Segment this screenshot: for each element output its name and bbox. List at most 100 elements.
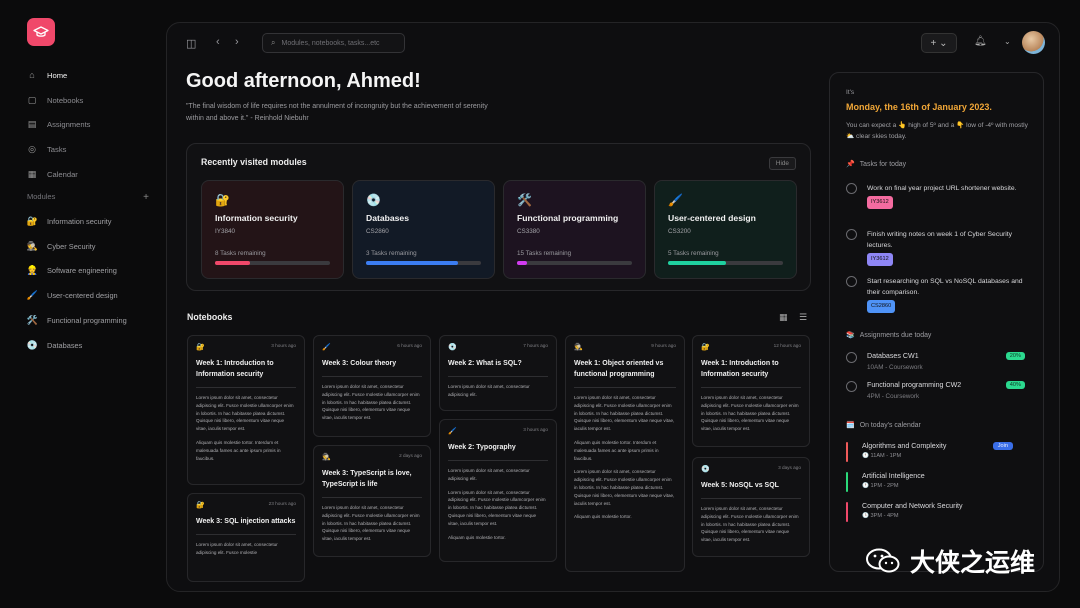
- assignment-checkbox[interactable]: [846, 381, 857, 392]
- lock-icon: 🔐: [26, 215, 39, 226]
- lock-icon: 🔐: [196, 502, 205, 509]
- note-body: Lorem ipsum dolor sit amet, consectetur …: [574, 469, 675, 506]
- sidebar-item-label: Assignments: [47, 120, 91, 130]
- event-time: 🕐 1PM - 2PM: [862, 483, 899, 489]
- assignments-heading-label: Assignments due today: [859, 332, 932, 339]
- assignment-title: Functional programming CW2: [867, 381, 962, 389]
- module-title: Functional programming: [517, 213, 619, 223]
- grid-view-icon[interactable]: ▦: [779, 312, 788, 323]
- sidebar-module-information-security[interactable]: 🔐 Information security: [26, 209, 156, 234]
- add-module-button[interactable]: +: [143, 192, 149, 203]
- sidebar-item-assignments[interactable]: ▤ Assignments: [26, 112, 156, 137]
- app-logo[interactable]: [27, 18, 55, 46]
- note-time: 3 hours ago: [271, 343, 296, 348]
- sidebar-module-software-engineering[interactable]: 👷 Software engineering: [26, 259, 156, 284]
- calendar-icon: ▦: [27, 168, 37, 179]
- tasks-remaining: 5 Tasks remaining: [668, 250, 719, 257]
- sidebar-module-functional-programming[interactable]: 🛠️ Functional programming: [26, 308, 156, 333]
- note-body: Lorem ipsum dolor sit amet, consectetur …: [574, 395, 675, 432]
- disc-icon: 💿: [26, 339, 39, 350]
- module-card[interactable]: 🛠️ Functional programming CS3380 15 Tasks r…: [503, 180, 646, 279]
- note-body: Lorem ipsum dolor sit amet, consectetur …: [448, 489, 546, 526]
- detective-icon: 🕵️: [322, 454, 331, 461]
- notebook-card[interactable]: 🔐 23 hours ago Week 3: SQL injection atta…: [187, 493, 305, 582]
- recent-modules-panel: Recently visited modules Hide 🔐 Informati…: [186, 143, 811, 291]
- sidebar-module-cyber-security[interactable]: 🕵️ Cyber Security: [26, 234, 156, 259]
- sidebar-item-calendar[interactable]: ▦ Calendar: [26, 162, 156, 187]
- chevron-down-icon[interactable]: ⌄: [1004, 37, 1011, 46]
- module-title: Information security: [215, 213, 298, 223]
- note-title: Week 1: Object oriented vs functional pr…: [574, 360, 664, 378]
- notebook-icon: ▢: [27, 94, 37, 105]
- module-title: Databases: [366, 213, 409, 223]
- lock-icon: 🔐: [196, 344, 205, 351]
- module-card[interactable]: 🔐 Information security IY3840 8 Tasks remai…: [201, 180, 344, 279]
- notebook-card[interactable]: 💿 7 hours ago Week 2: What is SQL? Lorem …: [439, 335, 557, 411]
- assignment-sub: 10AM - Coursework: [867, 364, 923, 371]
- builder-icon: 👷: [26, 265, 39, 276]
- back-arrow-icon[interactable]: ‹: [216, 36, 220, 48]
- recent-modules-title: Recently visited modules: [201, 157, 307, 167]
- paintbrush-icon: 🖌️: [322, 344, 331, 351]
- search-input[interactable]: ⌕ Modules, notebooks, tasks...etc: [262, 33, 405, 53]
- tasks-heading: 📌 Tasks for today: [846, 160, 906, 168]
- event-color-bar: [846, 442, 848, 462]
- note-time: 9 hours ago: [651, 343, 676, 348]
- notebook-card[interactable]: 🔐 12 hours ago Week 1: Introduction to In…: [692, 335, 810, 447]
- note-title: Week 1: Introduction to Information secu…: [701, 360, 779, 378]
- sidebar-module-databases[interactable]: 💿 Databases: [26, 333, 156, 358]
- lock-icon: 🔐: [701, 344, 710, 351]
- sidebar-toggle-icon[interactable]: ◫: [186, 37, 196, 50]
- module-label: Information security: [47, 216, 112, 226]
- bell-icon[interactable]: 🔔︎: [974, 36, 987, 47]
- notebook-card[interactable]: 💿 3 days ago Week 5: NoSQL vs SQL Lorem i…: [692, 457, 810, 557]
- event-title: Computer and Network Security: [862, 502, 963, 510]
- modules-list: 🔐 Information security 🕵️ Cyber Security 👷…: [26, 209, 156, 358]
- sidebar-item-notebooks[interactable]: ▢ Notebooks: [26, 88, 156, 113]
- note-body: Aliquam quis molestie tortor. Interdum e…: [196, 439, 281, 461]
- task-checkbox[interactable]: [846, 276, 857, 287]
- event-color-bar: [846, 472, 848, 492]
- detective-icon: 🕵️: [574, 344, 583, 351]
- notebook-card[interactable]: 🕵️ 9 hours ago Week 1: Object oriented vs…: [565, 335, 685, 572]
- hide-button[interactable]: Hide: [768, 157, 796, 170]
- module-card[interactable]: 🖌️ User-centered design CS3200 5 Tasks rema…: [654, 180, 797, 279]
- progress-fill: [517, 261, 528, 265]
- sidebar-item-tasks[interactable]: ◎ Tasks: [26, 137, 156, 162]
- pin-icon: 📌: [846, 161, 855, 168]
- note-body: Lorem ipsum dolor sit amet, consectetur …: [322, 505, 420, 542]
- sidebar-item-home[interactable]: ⌂ Home: [26, 63, 156, 88]
- add-button[interactable]: + ⌄: [921, 33, 957, 53]
- notebook-card[interactable]: 🖌️ 3 hours ago Week 2: Typography Lorem i…: [439, 419, 557, 562]
- avatar[interactable]: [1022, 31, 1045, 54]
- module-label: Software engineering: [47, 266, 117, 276]
- task-checkbox[interactable]: [846, 183, 857, 194]
- assignment-checkbox[interactable]: [846, 352, 857, 363]
- note-time: 6 hours ago: [397, 343, 422, 348]
- notebook-card[interactable]: 🖌️ 6 hours ago Week 3: Colour theory Lore…: [313, 335, 431, 437]
- progress-fill: [215, 261, 250, 265]
- disc-icon: 💿: [366, 193, 381, 207]
- note-body: Lorem ipsum dolor sit amet, consectetur …: [701, 506, 799, 543]
- notebook-card[interactable]: 🕵️ 2 days ago Week 3: TypeScript is love,…: [313, 445, 431, 557]
- forward-arrow-icon[interactable]: ›: [235, 36, 239, 48]
- disc-icon: 💿: [448, 344, 457, 351]
- watermark-text: 大侠之运维: [910, 549, 1036, 577]
- task-checkbox[interactable]: [846, 229, 857, 240]
- sidebar-item-label: Tasks: [47, 144, 67, 154]
- module-label: Databases: [47, 340, 83, 350]
- note-body: Lorem ipsum dolor sit amet, consectetur …: [701, 395, 799, 432]
- task-text: Work on final year project URL shortener…: [867, 185, 1017, 192]
- list-view-icon[interactable]: ☰: [799, 312, 807, 323]
- module-card[interactable]: 💿 Databases CS2860 3 Tasks remaining: [352, 180, 495, 279]
- notebooks-title: Notebooks: [187, 312, 233, 322]
- sidebar-item-label: Home: [47, 70, 68, 80]
- assignment-sub: 4PM - Coursework: [867, 393, 920, 400]
- join-button[interactable]: Join: [992, 442, 1013, 450]
- note-body: Aliquam quis molestie tortor. Interdum e…: [574, 439, 659, 461]
- wechat-icon: [866, 548, 900, 573]
- sidebar-module-user-centered-design[interactable]: 🖌️ User-centered design: [26, 283, 156, 308]
- its-label: It's: [846, 89, 855, 96]
- note-body: Lorem ipsum dolor sit amet, consectetur …: [196, 395, 294, 432]
- notebook-card[interactable]: 🔐 3 hours ago Week 1: Introduction to Inf…: [187, 335, 305, 485]
